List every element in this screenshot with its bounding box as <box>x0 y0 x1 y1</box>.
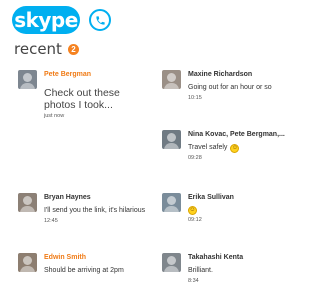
message-preview: I'll send you the link, it's hilarious <box>44 207 146 214</box>
recent-count-badge: 2 <box>67 43 79 55</box>
message-preview: Travel safely <box>188 144 228 151</box>
message-preview: Going out for an hour or so <box>188 84 272 91</box>
call-button[interactable] <box>89 9 111 31</box>
conversation-tile-erika-sullivan[interactable]: Erika Sullivan ☺ 09:12 <box>162 193 234 224</box>
avatar <box>162 253 181 272</box>
avatar <box>18 193 37 212</box>
conversation-tile-pete-bergman[interactable]: Pete Bergman Check out these photos I to… <box>18 70 134 120</box>
contact-name: Pete Bergman <box>44 71 92 78</box>
contact-name: Takahashi Kenta <box>188 254 244 261</box>
conversation-tile-maxine-richardson[interactable]: Maxine Richardson Going out for an hour … <box>162 70 272 102</box>
message-preview: Brilliant. <box>188 267 213 274</box>
phone-icon <box>95 15 105 25</box>
smiley-emoji-icon: ☺ <box>188 206 197 215</box>
contact-name: Maxine Richardson <box>188 71 253 78</box>
avatar <box>18 70 37 89</box>
message-time: 09:12 <box>188 217 202 223</box>
app-header: skype <box>12 6 300 34</box>
conversation-tile-bryan-haynes[interactable]: Bryan Haynes I'll send you the link, it'… <box>18 193 145 225</box>
avatar <box>162 193 181 212</box>
message-row: ☺ <box>188 206 234 215</box>
contact-name: Erika Sullivan <box>188 194 234 201</box>
recent-section-header: recent 2 <box>14 40 79 58</box>
message-time: just now <box>44 113 65 119</box>
avatar <box>18 253 37 272</box>
avatar <box>162 70 181 89</box>
conversation-tile-takahashi-kenta[interactable]: Takahashi Kenta Brilliant. 8:34 <box>162 253 243 285</box>
message-preview: Check out these photos I took... <box>44 87 120 111</box>
smiley-emoji-icon: ☺ <box>230 143 240 153</box>
conversation-tile-edwin-smith[interactable]: Edwin Smith Should be arriving at 2pm <box>18 253 124 276</box>
conversation-tile-group-nina-kovac[interactable]: Nina Kovac, Pete Bergman,... Travel safe… <box>162 130 285 162</box>
message-row: Travel safely ☺ <box>188 139 285 153</box>
contact-name: Edwin Smith <box>44 254 86 261</box>
message-preview: Should be arriving at 2pm <box>44 267 124 274</box>
message-time: 12:45 <box>44 218 58 224</box>
message-time: 09:28 <box>188 155 202 161</box>
recent-title: recent <box>14 40 62 58</box>
skype-logo: skype <box>12 6 80 34</box>
message-time: 10:15 <box>188 95 202 101</box>
contact-name: Bryan Haynes <box>44 194 91 201</box>
avatar <box>162 130 181 149</box>
contact-name: Nina Kovac, Pete Bergman,... <box>188 131 285 138</box>
message-time: 8:34 <box>188 278 199 284</box>
